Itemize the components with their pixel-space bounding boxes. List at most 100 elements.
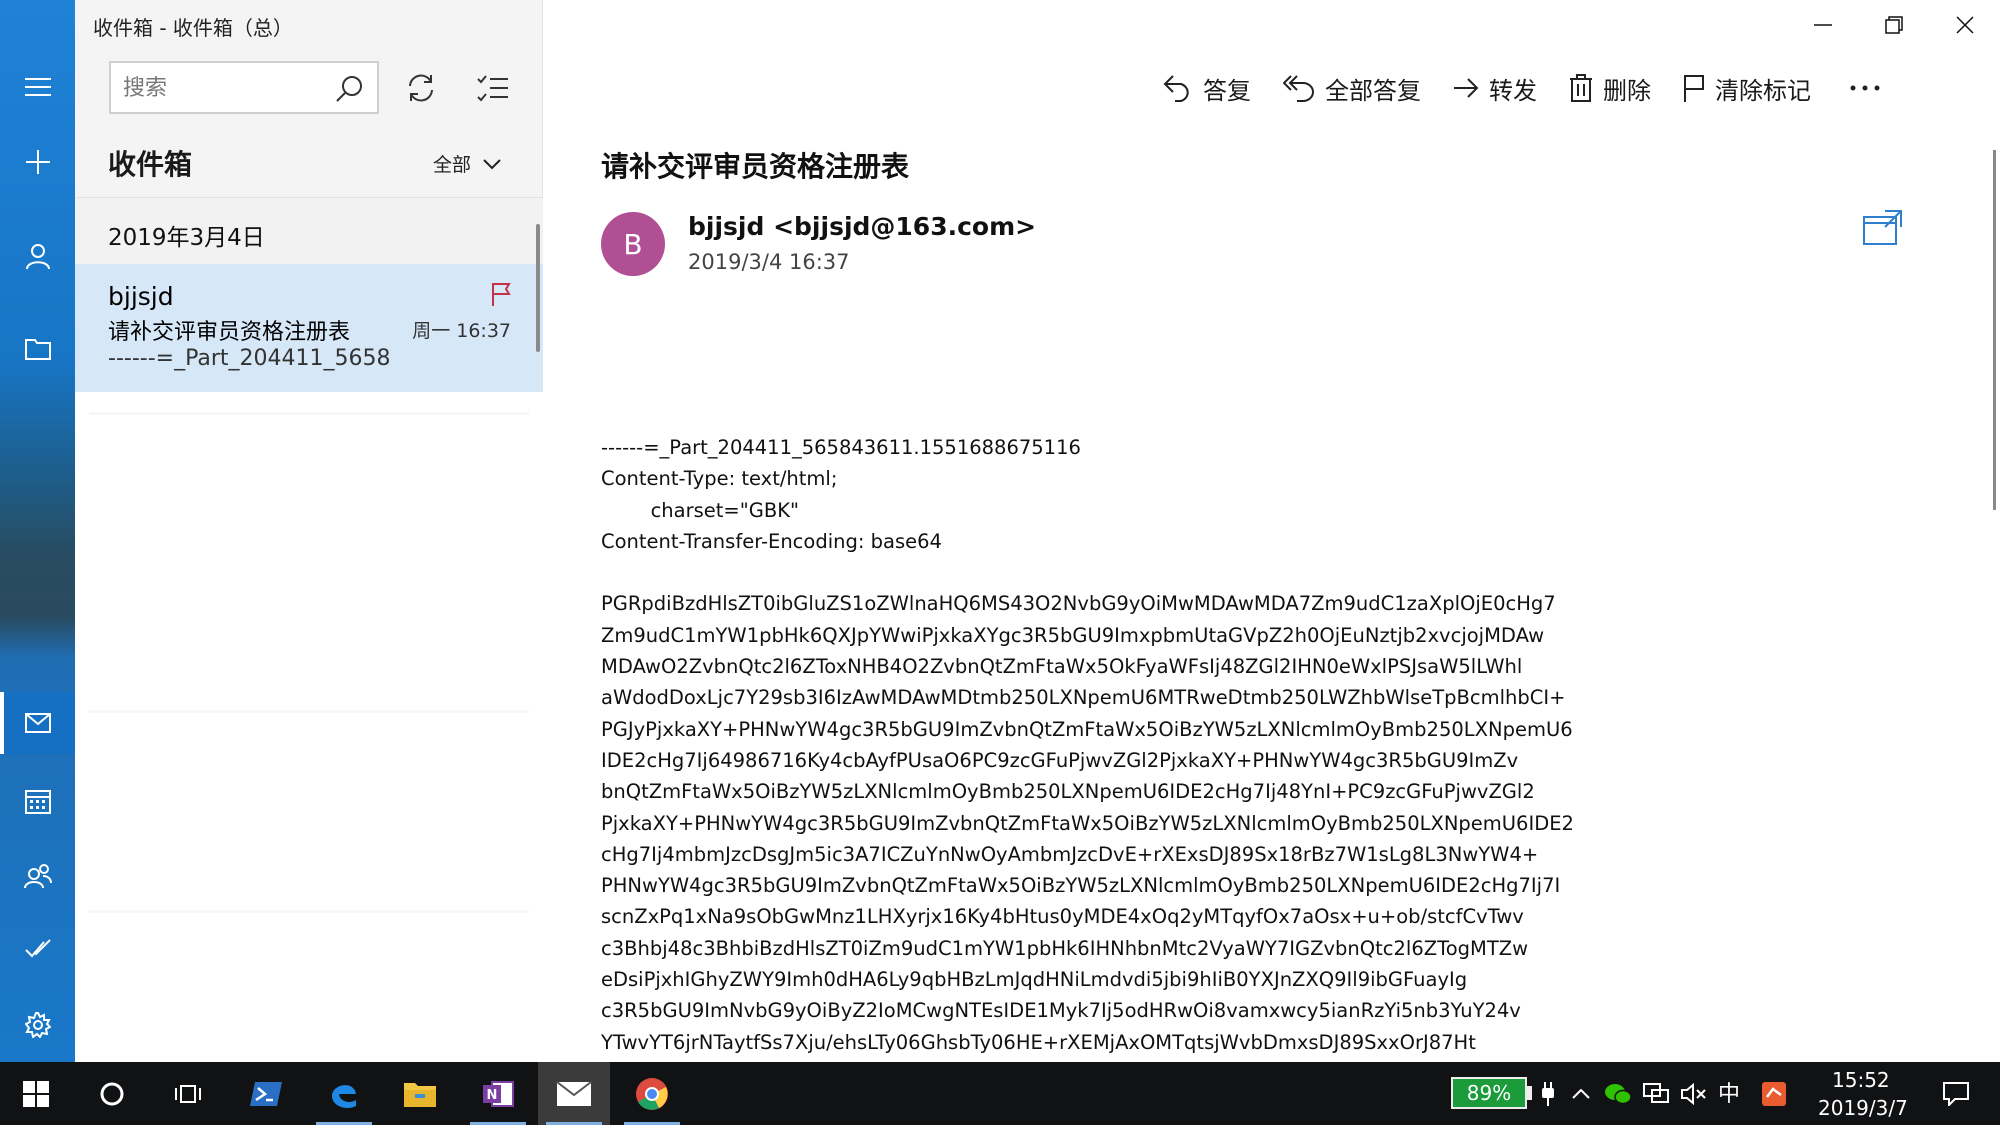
wechat-tray[interactable]: [1600, 1062, 1636, 1125]
sync-button[interactable]: [399, 66, 443, 110]
reply-all-label: 全部答复: [1325, 76, 1421, 105]
selection-mode-button[interactable]: [471, 66, 515, 110]
edge-icon: [332, 1084, 356, 1108]
hamburger-icon: [24, 78, 51, 96]
restore-icon: [1884, 16, 1903, 34]
person-icon: [25, 244, 50, 269]
app-tray[interactable]: [1756, 1062, 1792, 1125]
flag-outline-icon: [1684, 75, 1704, 102]
chevron-up-icon: [1572, 1088, 1590, 1099]
start-button[interactable]: [0, 1062, 72, 1125]
avatar: B: [601, 212, 665, 276]
powershell-icon: [250, 1081, 282, 1106]
trash-icon: [1570, 74, 1592, 102]
reply-label: 答复: [1203, 76, 1251, 105]
settings-icon: [24, 1012, 51, 1038]
windows-logo-icon: [23, 1080, 49, 1107]
task-view-icon: [175, 1084, 201, 1103]
reply-all-button[interactable]: 全部答复: [1283, 66, 1421, 110]
power-plug[interactable]: [1536, 1062, 1560, 1125]
message-time: 周一 16:37: [412, 320, 511, 342]
app-tray-icon: [1762, 1081, 1786, 1106]
todo-icon: [24, 939, 51, 958]
search-icon: [336, 76, 362, 102]
popout-button[interactable]: [1863, 210, 1903, 246]
search-button[interactable]: [335, 75, 363, 103]
minimize-button[interactable]: [1787, 0, 1858, 50]
accounts-button[interactable]: [0, 225, 75, 287]
file-explorer-icon: [404, 1082, 436, 1107]
folders-button[interactable]: [0, 318, 75, 380]
mail-app-icon: [556, 1080, 592, 1106]
list-divider: [89, 412, 529, 415]
message-body: ------=_Part_204411_565843611.1551688675…: [601, 436, 1574, 1054]
list-divider: [89, 910, 529, 913]
new-mail-button[interactable]: [0, 131, 75, 193]
reading-scrollbar[interactable]: [1993, 150, 1996, 510]
flag-button[interactable]: [491, 282, 511, 306]
forward-label: 转发: [1489, 76, 1537, 105]
close-button[interactable]: [1929, 0, 2000, 50]
flag-icon: [492, 283, 511, 306]
plus-icon: [25, 150, 50, 174]
mail-button[interactable]: [0, 692, 75, 754]
taskbar-chrome[interactable]: [616, 1062, 688, 1125]
navigation-rail: [0, 0, 75, 1062]
clear-flag-button[interactable]: 清除标记: [1683, 66, 1811, 110]
sender-address[interactable]: bjjsjd <bjjsjd@163.com>: [688, 212, 1036, 241]
clock-date[interactable]: 2019/3/7: [1818, 1096, 1908, 1120]
restore-button[interactable]: [1858, 0, 1929, 50]
input-method-indicator[interactable]: 中: [1718, 1076, 1740, 1108]
checklist-icon: [477, 75, 508, 102]
calendar-button[interactable]: [0, 770, 75, 832]
taskbar-mail[interactable]: [538, 1062, 610, 1125]
network-tray[interactable]: [1640, 1062, 1672, 1125]
message-date: 2019/3/4 16:37: [688, 250, 850, 274]
people-icon: [23, 864, 52, 889]
taskbar: N 89% 中 15:52 2019/3/7: [0, 1062, 2000, 1125]
more-actions-button[interactable]: [1843, 66, 1887, 110]
list-divider: [89, 710, 529, 713]
sync-icon: [409, 74, 433, 102]
show-hidden-icons[interactable]: [1568, 1062, 1594, 1125]
chrome-icon: [636, 1077, 668, 1110]
folder-icon: [24, 339, 51, 360]
forward-button[interactable]: 转发: [1453, 66, 1537, 110]
taskbar-edge[interactable]: [308, 1062, 380, 1125]
search-input[interactable]: [123, 73, 323, 103]
plug-icon: [1542, 1081, 1554, 1106]
search-box[interactable]: [109, 61, 379, 114]
action-center-button[interactable]: [1928, 1062, 1984, 1125]
clock-time[interactable]: 15:52: [1832, 1068, 1890, 1092]
reply-all-icon: [1283, 75, 1314, 102]
svg-text:N: N: [487, 1088, 498, 1103]
settings-button[interactable]: [0, 994, 75, 1056]
reply-button[interactable]: 答复: [1163, 66, 1251, 110]
taskbar-onenote[interactable]: N: [462, 1062, 534, 1125]
cortana-button[interactable]: [76, 1062, 148, 1125]
chevron-down-icon: [483, 158, 501, 169]
calendar-icon: [24, 790, 51, 814]
wechat-icon: [1605, 1083, 1632, 1104]
people-button[interactable]: [0, 845, 75, 907]
popout-icon: [1863, 210, 1902, 245]
taskbar-file-explorer[interactable]: [384, 1062, 456, 1125]
hamburger-menu-button[interactable]: [0, 56, 75, 118]
delete-button[interactable]: 删除: [1569, 66, 1651, 110]
message-sender: bjjsjd: [108, 282, 174, 311]
window-title: 收件箱 - 收件箱（总）: [93, 16, 293, 40]
filter-label: 全部: [433, 154, 472, 176]
todo-button[interactable]: [0, 918, 75, 980]
volume-tray[interactable]: [1678, 1062, 1710, 1125]
list-item[interactable]: bjjsjd 请补交评审员资格注册表 周一 16:37 ------=_Part…: [75, 264, 543, 392]
delete-label: 删除: [1603, 76, 1651, 105]
task-view-button[interactable]: [152, 1062, 224, 1125]
filter-dropdown[interactable]: 全部: [433, 150, 501, 177]
taskbar-powershell[interactable]: [230, 1062, 302, 1125]
minimize-icon: [1813, 24, 1832, 26]
battery-indicator[interactable]: 89%: [1451, 1077, 1527, 1109]
list-scrollbar[interactable]: [536, 224, 540, 352]
mail-icon: [24, 713, 51, 733]
reply-icon: [1163, 75, 1189, 102]
message-toolbar: 答复 全部答复 转发 删除 清除标记: [1163, 66, 1887, 110]
